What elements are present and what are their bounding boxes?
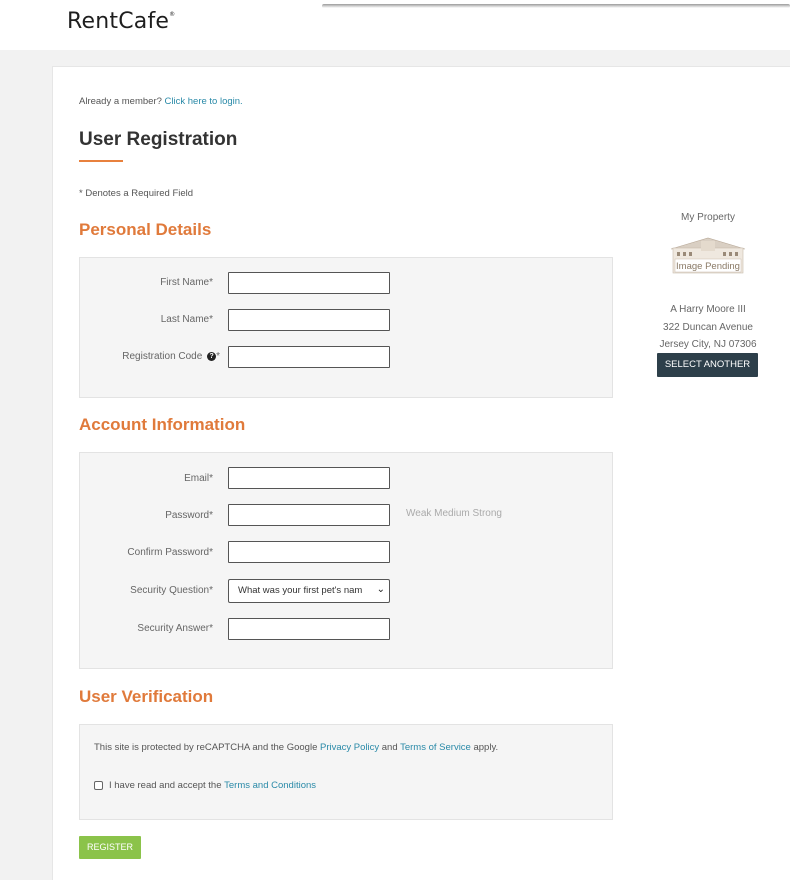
security-question-label: Security Question* — [130, 585, 213, 596]
first-name-label: First Name* — [160, 277, 213, 288]
property-city: Jersey City, NJ 07306 — [659, 339, 757, 350]
property-image: Image Pending — [670, 237, 746, 274]
title-underline — [79, 160, 123, 162]
login-prompt-text: Already a member? — [79, 96, 162, 107]
recaptcha-and: and — [379, 742, 401, 753]
last-name-input[interactable] — [228, 309, 390, 331]
privacy-policy-link[interactable]: Privacy Policy — [320, 742, 379, 753]
recaptcha-apply: apply. — [470, 742, 499, 753]
accept-terms-text: I have read and accept the — [109, 780, 222, 791]
accept-terms-row: I have read and accept the Terms and Con… — [94, 780, 316, 791]
header: RentCafe® — [0, 0, 790, 50]
security-answer-label: Security Answer* — [137, 623, 213, 634]
terms-and-conditions-link[interactable]: Terms and Conditions — [224, 780, 316, 791]
recaptcha-notice: This site is protected by reCAPTCHA and … — [94, 742, 498, 753]
registration-code-input[interactable] — [228, 346, 390, 368]
property-name: A Harry Moore III — [670, 304, 746, 315]
account-info-heading: Account Information — [79, 415, 246, 434]
recaptcha-text: This site is protected by reCAPTCHA and … — [94, 742, 320, 753]
page-title: User Registration — [79, 129, 238, 150]
user-verification-heading: User Verification — [79, 687, 214, 706]
required-note: * Denotes a Required Field — [79, 188, 194, 199]
accept-terms-checkbox[interactable] — [94, 781, 103, 790]
email-input[interactable] — [228, 467, 390, 489]
help-icon[interactable]: ? — [207, 351, 217, 361]
user-verification-panel — [79, 724, 613, 820]
required-asterisk: * — [216, 351, 220, 362]
confirm-password-label: Confirm Password* — [127, 547, 213, 558]
register-button[interactable]: REGISTER — [79, 836, 141, 859]
password-input[interactable] — [228, 504, 390, 526]
terms-of-service-link[interactable]: Terms of Service — [400, 742, 471, 753]
security-answer-input[interactable] — [228, 618, 390, 640]
chevron-down-icon: ⌄ — [376, 584, 385, 595]
security-question-select[interactable]: What was your first pet's nam ⌄ — [228, 579, 390, 603]
property-street: 322 Duncan Avenue — [663, 322, 753, 333]
registration-code-label-text: Registration Code — [122, 351, 203, 362]
password-strength-meter: Weak Medium Strong — [406, 508, 502, 519]
registered-mark: ® — [169, 11, 176, 18]
registration-code-label: Registration Code ? * — [70, 351, 220, 362]
rentcafe-logo[interactable]: RentCafe® — [67, 9, 175, 34]
confirm-password-input[interactable] — [228, 541, 390, 563]
logo-text: RentCafe — [67, 9, 170, 34]
email-label: Email* — [184, 473, 213, 484]
login-prompt: Already a member? Click here to login. — [79, 96, 243, 107]
last-name-label: Last Name* — [160, 314, 213, 325]
first-name-input[interactable] — [228, 272, 390, 294]
select-another-button[interactable]: SELECT ANOTHER — [657, 353, 758, 377]
image-pending-text: Image Pending — [676, 261, 740, 272]
password-label: Password* — [165, 510, 213, 521]
security-question-value: What was your first pet's nam — [238, 585, 363, 596]
personal-details-heading: Personal Details — [79, 220, 212, 239]
top-shadow-divider — [322, 4, 790, 8]
login-link[interactable]: Click here to login. — [165, 96, 243, 107]
my-property-heading: My Property — [681, 212, 735, 223]
